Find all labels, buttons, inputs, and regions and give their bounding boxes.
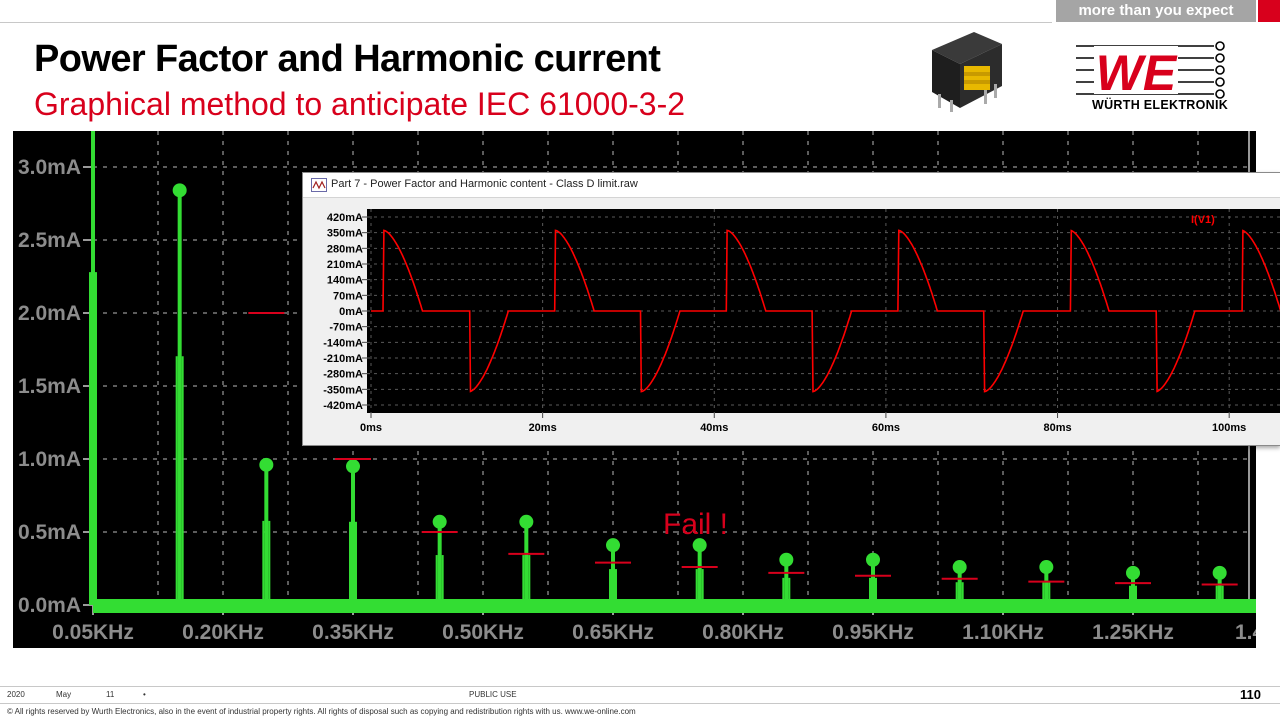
waveform-file-icon: [311, 178, 327, 192]
footer-rule-top: [0, 686, 1280, 687]
waveform-y-tick-label: -210mA: [323, 353, 363, 365]
harmonic-baseline: [93, 599, 1256, 613]
y-tick-label: 2.5mA: [18, 229, 81, 252]
waveform-y-tick-label: 210mA: [327, 259, 363, 271]
harmonic-peak-marker: [172, 183, 187, 198]
y-tick-label: 0.5mA: [18, 521, 81, 544]
waveform-y-tick-label: -420mA: [323, 400, 363, 412]
harmonic-peak-marker: [866, 552, 880, 567]
x-tick-label: 0.35KHz: [312, 621, 394, 644]
waveform-x-tick-label: 40ms: [700, 422, 728, 434]
footer-classification: PUBLIC USE: [469, 690, 517, 699]
footer-rule-bottom: [0, 703, 1280, 704]
waveform-x-tick-label: 60ms: [872, 422, 900, 434]
fail-annotation: Fail !: [663, 508, 728, 541]
logo-wordmark: WÜRTH ELEKTRONIK: [1092, 98, 1229, 112]
logo-mark: WE: [1096, 45, 1178, 101]
harmonic-peak-marker: [1212, 565, 1227, 580]
x-tick-label: 0.95KHz: [832, 621, 914, 644]
waveform-y-tick-label: 350mA: [327, 228, 363, 240]
inductor-product-image: [932, 32, 1002, 112]
waveform-x-tick-label: 20ms: [529, 422, 557, 434]
waveform-y-tick-label: 140mA: [327, 275, 363, 287]
header-rule: [0, 22, 1052, 23]
waveform-y-tick-label: 280mA: [327, 243, 363, 255]
y-tick-label: 3.0mA: [18, 156, 81, 179]
harmonic-peak-marker: [1039, 560, 1054, 575]
footer-day: 11: [106, 690, 115, 699]
harmonic-peak-marker: [1126, 565, 1140, 580]
waveform-y-tick-label: -70mA: [329, 322, 363, 334]
waveform-y-tick-label: 0mA: [339, 306, 363, 318]
x-tick-label: 0.50KHz: [442, 621, 524, 644]
footer-month: May: [56, 690, 72, 699]
y-tick-label: 0.0mA: [18, 594, 81, 617]
x-tick-label: 0.65KHz: [572, 621, 654, 644]
footer-year: 2020: [7, 690, 25, 699]
harmonic-peak-marker: [606, 538, 620, 553]
y-tick-label: 1.5mA: [18, 375, 81, 398]
x-tick-label: 1.25KHz: [1092, 621, 1174, 644]
waveform-legend-label: I(V1): [1191, 214, 1215, 226]
harmonic-peak-marker: [519, 514, 534, 529]
harmonic-peak-marker: [259, 457, 274, 472]
waveform-y-tick-label: 70mA: [333, 290, 363, 302]
y-tick-label: 2.0mA: [18, 302, 81, 325]
x-tick-label: 0.20KHz: [182, 621, 264, 644]
waveform-x-tick-label: 80ms: [1043, 422, 1071, 434]
page-number: 110: [1240, 687, 1261, 702]
x-tick-label: 1.10KHz: [962, 621, 1044, 644]
brand-accent-square: [1258, 0, 1280, 22]
waveform-window-titlebar[interactable]: Part 7 - Power Factor and Harmonic conte…: [303, 173, 1280, 198]
footer-copyright: © All rights reserved by Wurth Electroni…: [7, 707, 636, 716]
harmonic-peak-marker: [952, 560, 967, 575]
brand-tagline: more than you expect: [1056, 0, 1256, 22]
x-tick-label: 0.80KHz: [702, 621, 784, 644]
harmonic-peak-marker: [779, 552, 794, 567]
footer-bullet: •: [143, 690, 146, 699]
waveform-y-tick-label: 420mA: [327, 212, 363, 224]
y-tick-label: 1.0mA: [18, 448, 81, 471]
waveform-x-tick-label: 0ms: [360, 422, 382, 434]
waveform-window-title: Part 7 - Power Factor and Harmonic conte…: [331, 178, 638, 190]
waveform-y-tick-label: -140mA: [323, 337, 363, 349]
x-tick-label: 1.40K: [1235, 621, 1256, 644]
waveform-y-tick-label: -350mA: [323, 384, 363, 396]
waveform-x-tick-label: 100ms: [1212, 422, 1246, 434]
waveform-window[interactable]: Part 7 - Power Factor and Harmonic conte…: [302, 172, 1280, 446]
harmonic-peak-marker: [346, 459, 360, 474]
harmonic-peak-marker: [432, 514, 447, 529]
slide-subtitle: Graphical method to anticipate IEC 61000…: [34, 86, 686, 122]
x-tick-label: 0.05KHz: [52, 621, 134, 644]
slide-title: Power Factor and Harmonic current: [34, 38, 661, 80]
waveform-y-tick-label: -280mA: [323, 369, 363, 381]
current-waveform-chart: 420mA 350mA 280mA 210mA 140mA 70mA 0mA -70mA -14…: [311, 201, 1280, 445]
